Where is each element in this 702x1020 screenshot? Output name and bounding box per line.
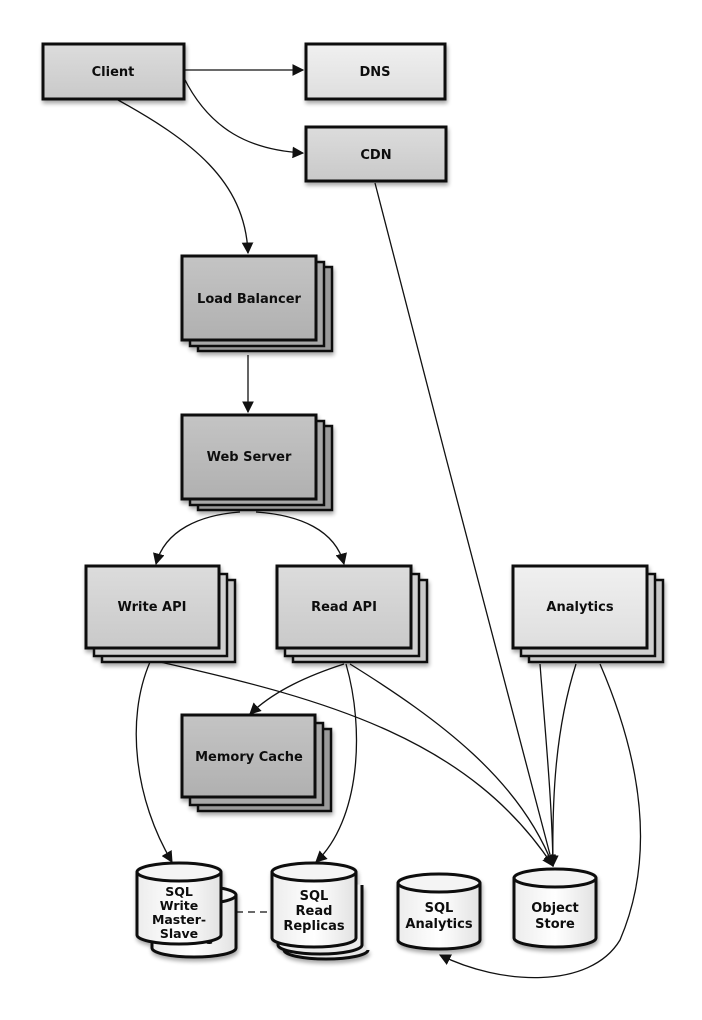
node-memory-cache[interactable]: Memory Cache (180, 713, 333, 813)
node-label-line: SQL (425, 901, 454, 916)
edges (117, 64, 642, 979)
edge-web-server-read-api (255, 511, 347, 566)
edge-analytics-object-store (546, 663, 577, 868)
edge-analytics-object-store-2 (539, 663, 554, 867)
edge-client-load-balancer (117, 99, 254, 255)
node-cdn[interactable]: CDN (304, 125, 448, 183)
node-sql-write-master-slave[interactable]: Slave SQL Write Master- Slave (135, 861, 238, 959)
node-object-store[interactable]: Object Store (512, 867, 598, 949)
node-label-line: Replicas (283, 919, 345, 934)
node-label: Web Server (207, 450, 292, 465)
edge-web-server-write-api (153, 511, 241, 566)
node-label-line: Slave (160, 926, 198, 941)
node-web-server[interactable]: Web Server (180, 413, 334, 512)
node-label-line: Master- (152, 912, 206, 927)
node-label-line: Write (160, 898, 198, 913)
edge-client-cdn (183, 77, 305, 159)
node-client[interactable]: Client (41, 42, 186, 101)
node-label: Client (92, 65, 135, 80)
node-dns[interactable]: DNS (304, 42, 447, 101)
node-sql-read-replicas[interactable]: SQL Read Replicas (270, 861, 370, 961)
node-analytics[interactable]: Analytics (511, 564, 665, 664)
node-label-line: Analytics (405, 917, 472, 932)
edge-cdn-object-store (374, 182, 557, 868)
node-write-api[interactable]: Write API (84, 564, 237, 664)
edge-read-api-memory-cache (249, 663, 345, 715)
node-label: Read API (311, 600, 377, 615)
node-label-line: Read (296, 904, 333, 919)
node-label: Write API (118, 600, 187, 615)
node-label: Load Balancer (197, 292, 302, 307)
node-label: Memory Cache (195, 750, 303, 765)
architecture-diagram: Client DNS CDN Load Balancer Web Server … (41, 42, 665, 979)
node-label: DNS (359, 65, 390, 80)
node-load-balancer[interactable]: Load Balancer (180, 254, 334, 353)
node-label-line: SQL (165, 884, 193, 899)
node-label-line: Object (531, 901, 579, 916)
node-label-line: SQL (300, 889, 329, 904)
node-label: CDN (360, 148, 391, 163)
node-label-line: Store (535, 917, 575, 932)
node-sql-analytics[interactable]: SQL Analytics (396, 872, 482, 951)
edge-write-api-sql-write (135, 661, 173, 864)
node-read-api[interactable]: Read API (275, 564, 429, 664)
node-label: Analytics (546, 600, 613, 615)
